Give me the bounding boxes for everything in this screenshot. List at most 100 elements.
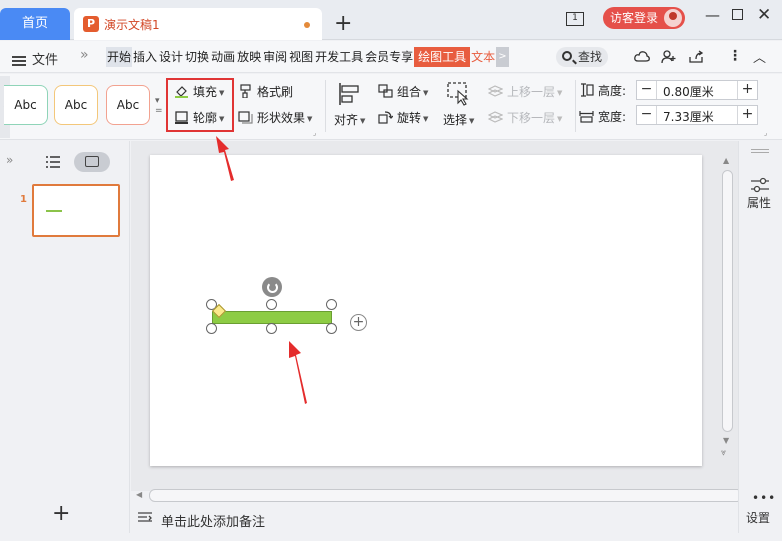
height-decrease-button[interactable]: − xyxy=(637,81,657,99)
rotate-icon xyxy=(378,111,393,124)
more-styles-icon[interactable]: ▾ = xyxy=(155,96,163,116)
next-page-icon[interactable]: ⩔ xyxy=(721,448,726,458)
maximize-icon[interactable] xyxy=(732,9,743,20)
send-backward-button[interactable]: 下移一层 ▼ xyxy=(488,109,562,126)
divider xyxy=(575,80,576,132)
rotate-button[interactable]: 旋转 ▼ xyxy=(378,109,428,126)
tab-design[interactable]: 设计 xyxy=(158,47,184,67)
align-button[interactable]: 对齐 ▼ xyxy=(334,111,365,128)
tab-view[interactable]: 视图 xyxy=(288,47,314,67)
notes-icon xyxy=(138,512,152,522)
minimize-icon[interactable]: — xyxy=(705,6,720,24)
tab-document[interactable]: P 演示文稿1 xyxy=(74,8,322,40)
tab-insert[interactable]: 插入 xyxy=(132,47,158,67)
resize-handle[interactable] xyxy=(266,323,277,334)
notes-placeholder[interactable]: 单击此处添加备注 xyxy=(161,511,265,530)
title-bar: 首页 P 演示文稿1 + 1 访客登录 — ✕ xyxy=(0,0,782,40)
tab-drawing-tools[interactable]: 绘图工具 xyxy=(414,47,471,67)
notes-bar[interactable]: 单击此处添加备注 xyxy=(131,505,738,533)
cloud-icon[interactable] xyxy=(634,50,650,64)
outline-label: 轮廓 xyxy=(193,111,218,125)
select-icon[interactable] xyxy=(446,81,470,107)
divider xyxy=(325,80,326,132)
avatar xyxy=(664,9,682,27)
width-input[interactable]: − 7.33厘米 + xyxy=(636,105,758,125)
tab-transition[interactable]: 切换 xyxy=(184,47,210,67)
height-label-group: 高度: xyxy=(579,82,626,99)
format-painter-label: 格式刷 xyxy=(257,85,294,99)
group-label: 组合 xyxy=(397,85,422,99)
width-decrease-button[interactable]: − xyxy=(637,106,657,124)
shape-style-3[interactable]: Abc xyxy=(106,85,150,125)
slide-thumbnail[interactable] xyxy=(32,184,120,237)
scroll-left-icon[interactable]: ◀ xyxy=(136,490,142,499)
tabs-scroll-right[interactable]: > xyxy=(496,47,509,67)
horizontal-scrollbar[interactable] xyxy=(149,489,743,502)
properties-icon[interactable] xyxy=(750,177,770,193)
height-input[interactable]: − 0.80厘米 + xyxy=(636,80,758,100)
tab-review[interactable]: 审阅 xyxy=(262,47,288,67)
close-icon[interactable]: ✕ xyxy=(757,5,771,25)
rotate-handle-icon[interactable] xyxy=(262,277,282,297)
format-painter-button[interactable]: 格式刷 xyxy=(238,83,293,100)
share-user-icon[interactable] xyxy=(661,50,677,64)
menu-icon xyxy=(12,55,26,66)
resize-handle[interactable] xyxy=(266,299,277,310)
scroll-down-icon[interactable]: ▼ xyxy=(723,436,729,445)
shape-effects-button[interactable]: 形状效果 ▼ xyxy=(238,109,312,126)
tab-developer[interactable]: 开发工具 xyxy=(314,47,364,67)
tab-animation[interactable]: 动画 xyxy=(210,47,236,67)
settings-label[interactable]: 设置 xyxy=(746,509,770,526)
search-button[interactable]: 查找 xyxy=(556,47,608,67)
properties-label[interactable]: 属性 xyxy=(747,194,771,211)
file-menu-label: 文件 xyxy=(32,53,59,68)
align-label: 对齐 xyxy=(334,113,359,127)
width-increase-button[interactable]: + xyxy=(737,106,757,124)
height-value[interactable]: 0.80厘米 xyxy=(663,83,714,100)
width-value[interactable]: 7.33厘米 xyxy=(663,108,714,125)
presentation-icon: P xyxy=(83,16,99,32)
height-increase-button[interactable]: + xyxy=(737,81,757,99)
vertical-scroll-thumb[interactable] xyxy=(722,170,733,432)
size-dialog-launcher-icon[interactable]: ⌟ xyxy=(764,129,767,137)
resize-handle[interactable] xyxy=(206,323,217,334)
new-tab-button[interactable]: + xyxy=(334,11,352,37)
group-button[interactable]: 组合 ▼ xyxy=(378,83,428,100)
nav-arrows-icon[interactable]: » xyxy=(80,47,89,63)
document-title: 演示文稿1 xyxy=(104,18,160,32)
more-options-icon[interactable]: ⋮ xyxy=(728,48,742,64)
tab-home-ribbon[interactable]: 开始 xyxy=(106,47,133,67)
outline-button[interactable]: 轮廓 ▼ xyxy=(174,109,224,126)
quick-add-icon[interactable]: + xyxy=(350,314,367,331)
thumbnail-view-toggle[interactable] xyxy=(74,152,110,172)
slide-number: 1 xyxy=(20,194,27,205)
add-slide-button[interactable]: + xyxy=(52,501,70,526)
menu-bar: 文件 » 开始 插入 设计 切换 动画 放映 审阅 视图 开发工具 会员专享 绘… xyxy=(0,41,782,73)
outline-view-icon[interactable] xyxy=(45,155,61,169)
tab-text[interactable]: 文本 xyxy=(470,47,496,67)
dialog-launcher-icon[interactable]: ⌟ xyxy=(313,129,316,137)
shape-style-1[interactable]: Abc xyxy=(4,85,48,125)
ribbon-toolbar: ‹ Abc Abc Abc ▾= 填充▼ 轮廓▼ 格式刷 形状效果▼ ⌟ 对齐▼… xyxy=(0,74,782,140)
shape-style-2[interactable]: Abc xyxy=(54,85,98,125)
export-icon[interactable] xyxy=(688,50,704,64)
resize-handle[interactable] xyxy=(326,299,337,310)
tab-home[interactable]: 首页 xyxy=(0,8,70,40)
window-count-icon[interactable]: 1 xyxy=(566,12,584,26)
vertical-scrollbar[interactable]: ▲ ▼ ⩔ xyxy=(720,150,734,460)
bring-forward-button[interactable]: 上移一层 ▼ xyxy=(488,83,562,100)
expand-panel-icon[interactable]: » xyxy=(6,153,13,167)
align-icon[interactable] xyxy=(338,82,360,106)
tab-member[interactable]: 会员专享 xyxy=(364,47,414,67)
fill-button[interactable]: 填充 ▼ xyxy=(174,83,224,100)
send-backward-icon xyxy=(488,111,503,123)
tab-slideshow[interactable]: 放映 xyxy=(236,47,262,67)
resize-handle[interactable] xyxy=(326,323,337,334)
file-menu[interactable]: 文件 xyxy=(12,49,58,68)
thumbnail-shape xyxy=(46,210,62,212)
collapse-ribbon-icon[interactable]: ︿ xyxy=(753,47,766,66)
scroll-up-icon[interactable]: ▲ xyxy=(723,156,729,165)
select-button[interactable]: 选择 ▼ xyxy=(443,111,474,128)
more-dots-icon[interactable]: ••• xyxy=(752,491,776,505)
guest-login-button[interactable]: 访客登录 xyxy=(603,7,685,29)
